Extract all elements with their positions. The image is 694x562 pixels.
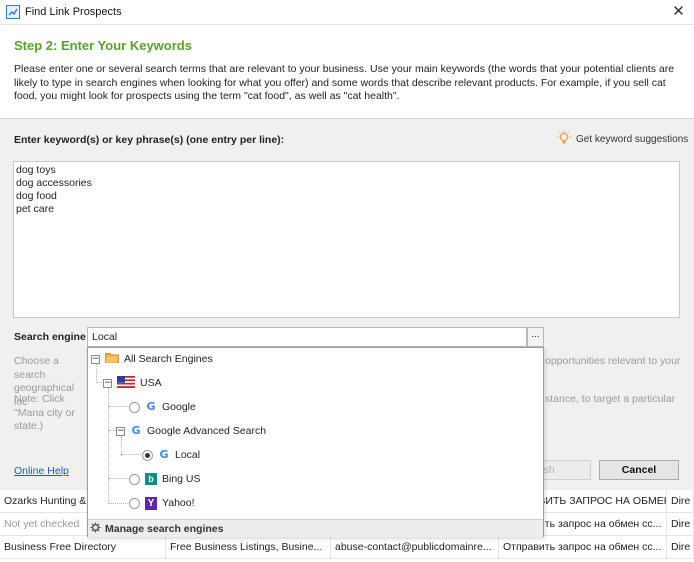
local-radio[interactable] [142,449,153,461]
tree-item-label: Bing US [162,473,201,485]
google-icon: G [159,448,169,461]
google-icon: G [131,424,141,437]
bing-radio[interactable] [129,473,140,485]
collapse-icon[interactable]: − [103,378,112,388]
app-icon [6,5,20,19]
keywords-label: Enter keyword(s) or key phrase(s) (one e… [14,134,285,146]
tree-connector [121,454,141,455]
close-button[interactable]: ✕ [663,0,694,25]
keyword-line: dog toys [16,164,56,176]
google-icon: G [146,400,156,413]
search-engine-select[interactable]: Local [87,327,527,347]
collapse-icon[interactable]: − [91,354,100,364]
collapse-icon[interactable]: − [116,426,125,436]
lightbulb-icon [556,130,572,149]
folder-icon [105,352,119,366]
window-title: Find Link Prospects [25,6,122,18]
step-description: Please enter one or several search terms… [14,63,675,102]
tree-connector [108,503,128,504]
search-engine-browse-button[interactable]: ... [527,327,544,347]
choose-note-right: opportunities relevant to your [545,355,681,367]
keyword-suggestions-label: Get keyword suggestions [576,133,689,145]
us-flag-icon [117,375,135,391]
tree-connector [108,478,128,479]
gear-icon [90,521,101,536]
tree-item-label: USA [140,377,162,389]
tree-item-label: All Search Engines [124,353,213,365]
table-cell: Отправить запрос на обмен сс... [499,536,667,559]
manage-search-engines-button[interactable]: Manage search engines [88,519,543,537]
table-cell: Free Business Listings, Busine... [166,536,331,559]
cancel-button[interactable]: Cancel [599,460,679,480]
title-bar: Find Link Prospects ✕ [0,0,694,25]
tree-item-local[interactable]: G Local [142,446,200,464]
manage-note-right: stance, to target a particular [545,393,676,405]
search-engine-label: Search engine [14,331,86,343]
yahoo-icon: Y [145,496,157,510]
tree-item-bing-us[interactable]: b Bing US [129,470,201,488]
manage-search-engines-label: Manage search engines [105,522,224,535]
tree-item-label: Local [175,449,201,461]
manage-note-left: Note: Click "Mana city or state.) [14,393,75,432]
bing-icon: b [145,473,157,485]
step-title: Step 2: Enter Your Keywords [14,38,192,53]
table-cell: Dire [667,513,694,536]
table-cell: abuse-contact@publicdomainre... [331,536,499,559]
tree-item-google[interactable]: G Google [129,398,196,416]
table-cell: Dire [667,536,694,559]
keyword-line: pet care [16,203,54,215]
table-cell: Business Free Directory [0,536,166,559]
tree-item-all-search-engines[interactable]: − All Search Engines [91,350,213,368]
tree-item-yahoo[interactable]: Y Yahoo! [129,494,195,512]
tree-item-label: Yahoo! [162,497,195,509]
yahoo-radio[interactable] [129,497,140,509]
tree-connector [108,406,128,407]
tree-item-label: Google [162,401,196,413]
keyword-suggestions-button[interactable]: Get keyword suggestions [556,130,688,148]
table-cell: Dire [667,490,694,513]
google-radio[interactable] [129,401,140,413]
table-row[interactable]: Business Free Directory Free Business Li… [0,536,694,559]
online-help-link[interactable]: Online Help [14,465,69,477]
keyword-line: dog accessories [16,177,92,189]
tree-connector [108,430,116,431]
tree-item-label: Google Advanced Search [147,425,267,437]
tree-item-usa[interactable]: − USA [103,374,162,392]
keywords-textarea[interactable]: dog toys dog accessories dog food pet ca… [13,161,680,318]
search-engine-dropdown: − All Search Engines − USA G Google − G … [87,347,544,537]
tree-item-google-advanced-search[interactable]: − G Google Advanced Search [116,422,266,440]
keyword-line: dog food [16,190,57,202]
